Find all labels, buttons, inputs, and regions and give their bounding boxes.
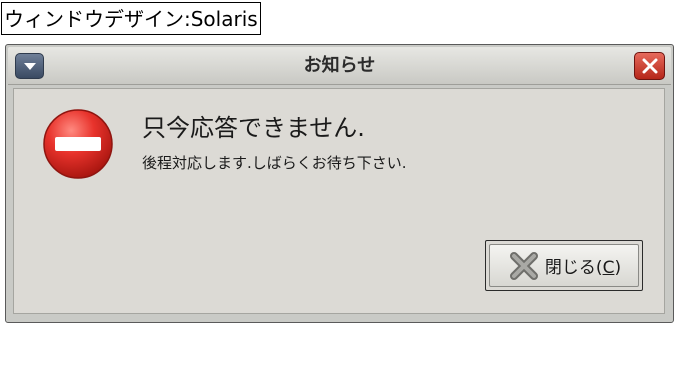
dialog-content: 只今応答できません. 後程対応します.しばらくお待ち下さい. 閉じる(C) [13, 88, 665, 314]
close-button-face: 閉じる(C) [489, 244, 639, 287]
error-icon [43, 109, 113, 179]
message-detail: 後程対応します.しばらくお待ち下さい. [142, 154, 407, 172]
notice-dialog: お知らせ 只今応答できません. 後程対応します.しばらくお待ち下さい. 閉じる(… [5, 44, 674, 323]
title-bar[interactable]: お知らせ [8, 47, 671, 85]
mnemonic-key: C [602, 258, 615, 278]
close-icon [642, 58, 658, 74]
close-x-icon [509, 251, 538, 280]
window-title: お知らせ [303, 55, 376, 76]
close-button[interactable]: 閉じる(C) [485, 240, 643, 291]
design-caption: ウィンドウデザイン:Solaris [1, 2, 261, 35]
message-headline: 只今応答できません. [142, 114, 365, 142]
close-button-label: 閉じる(C) [544, 258, 622, 278]
window-close-button[interactable] [634, 52, 665, 80]
